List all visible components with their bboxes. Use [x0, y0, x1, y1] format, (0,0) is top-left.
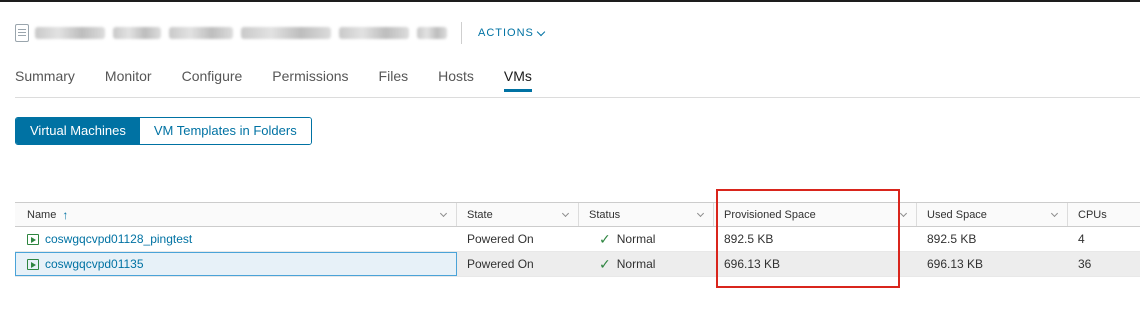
virtual-machines-button[interactable]: Virtual Machines: [16, 118, 140, 144]
column-header-label: State: [467, 208, 493, 221]
column-filter-chevron-icon[interactable]: [561, 209, 570, 218]
tab-divider: [15, 97, 1140, 98]
tab-configure[interactable]: Configure: [182, 66, 243, 92]
column-header-label: Status: [589, 208, 621, 221]
vm-powered-on-icon: [27, 233, 39, 245]
vm-name-cell: coswgqcvpd01135: [15, 252, 457, 276]
used-space-cell: 892.5 KB: [927, 232, 977, 246]
column-header-used-space[interactable]: Used Space: [917, 203, 1068, 226]
sort-ascending-icon: ↑: [62, 207, 69, 222]
column-header-label: Used Space: [927, 208, 987, 221]
status-cell: ✓ Normal: [579, 252, 714, 276]
check-icon: ✓: [599, 255, 611, 272]
column-filter-chevron-icon[interactable]: [439, 209, 448, 218]
status-text: Normal: [616, 257, 656, 271]
tab-files[interactable]: Files: [379, 66, 409, 92]
column-filter-chevron-icon[interactable]: [696, 209, 705, 218]
column-header-label: Provisioned Space: [724, 208, 816, 221]
tab-vms[interactable]: VMs: [503, 66, 532, 92]
cluster-icon: [15, 24, 29, 42]
status-text: Normal: [616, 232, 656, 246]
actions-menu[interactable]: ACTIONS: [478, 27, 546, 39]
vm-link[interactable]: coswgqcvpd01128_pingtest: [27, 232, 192, 246]
status-cell: ✓ Normal: [579, 227, 714, 251]
chevron-down-icon: [536, 27, 546, 36]
vm-view-toggle: Virtual Machines VM Templates in Folders: [15, 117, 312, 145]
column-header-state[interactable]: State: [457, 203, 579, 226]
vm-powered-on-icon: [27, 258, 39, 270]
column-filter-chevron-icon[interactable]: [899, 209, 908, 218]
vm-name: coswgqcvpd01135: [45, 257, 144, 271]
vm-link[interactable]: coswgqcvpd01135: [27, 257, 144, 271]
redacted-object-title: [35, 27, 447, 39]
cpus-cell: 4: [1078, 232, 1085, 246]
state-cell: Powered On: [467, 232, 534, 246]
cpus-cell: 36: [1078, 257, 1092, 271]
tab-summary[interactable]: Summary: [15, 66, 75, 92]
window-top-border: [0, 0, 1140, 2]
vm-templates-button[interactable]: VM Templates in Folders: [139, 118, 311, 144]
used-space-cell: 696.13 KB: [927, 257, 984, 271]
object-header: ACTIONS: [15, 20, 546, 46]
vm-datagrid: Name ↑ State Status Provisioned Space Us…: [15, 202, 1140, 277]
tab-monitor[interactable]: Monitor: [105, 66, 152, 92]
provisioned-space-cell: 892.5 KB: [724, 232, 774, 246]
column-header-name[interactable]: Name ↑: [15, 203, 457, 226]
actions-label: ACTIONS: [478, 27, 534, 39]
tab-hosts[interactable]: Hosts: [438, 66, 474, 92]
table-row[interactable]: coswgqcvpd01135 Powered On ✓ Normal 696.…: [15, 252, 1140, 277]
provisioned-space-cell: 696.13 KB: [724, 257, 781, 271]
column-header-status[interactable]: Status: [579, 203, 714, 226]
check-icon: ✓: [599, 230, 611, 247]
header-separator: [461, 22, 462, 44]
vm-name: coswgqcvpd01128_pingtest: [45, 232, 193, 246]
object-tabs: Summary Monitor Configure Permissions Fi…: [15, 66, 562, 92]
grid-header-row: Name ↑ State Status Provisioned Space Us…: [15, 203, 1140, 227]
table-row[interactable]: coswgqcvpd01128_pingtest Powered On ✓ No…: [15, 227, 1140, 252]
vm-name-cell: coswgqcvpd01128_pingtest: [15, 227, 457, 251]
column-header-provisioned-space[interactable]: Provisioned Space: [714, 203, 917, 226]
column-filter-chevron-icon[interactable]: [1050, 209, 1059, 218]
tab-permissions[interactable]: Permissions: [272, 66, 348, 92]
column-header-label: CPUs: [1078, 208, 1107, 221]
column-header-label: Name: [27, 208, 57, 221]
state-cell: Powered On: [467, 257, 534, 271]
column-header-cpus[interactable]: CPUs: [1068, 203, 1140, 226]
